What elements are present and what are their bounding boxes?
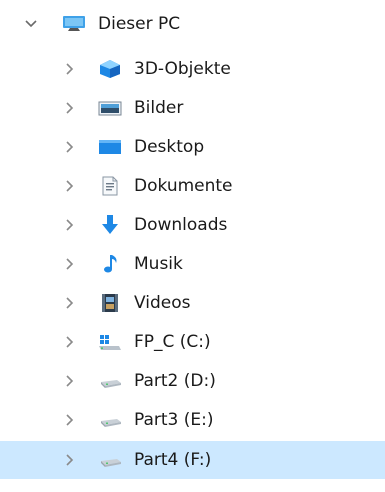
3d-objects-icon xyxy=(98,59,122,79)
tree-item-label: Musik xyxy=(134,254,183,274)
chevron-right-icon[interactable] xyxy=(62,413,76,427)
tree-item-label: Dieser PC xyxy=(98,14,181,34)
tree-item-label: Part3 (E:) xyxy=(134,410,214,430)
chevron-right-icon[interactable] xyxy=(62,179,76,193)
tree-item-label: 3D-Objekte xyxy=(134,59,231,79)
chevron-right-icon[interactable] xyxy=(62,257,76,271)
chevron-right-icon[interactable] xyxy=(62,374,76,388)
chevron-right-icon[interactable] xyxy=(62,140,76,154)
chevron-right-icon[interactable] xyxy=(62,62,76,76)
tree-item-drive-e[interactable]: Part3 (E:) xyxy=(0,401,385,439)
tree-item-label: Part2 (D:) xyxy=(134,371,216,391)
videos-icon xyxy=(98,293,122,313)
tree-item-label: Bilder xyxy=(134,98,184,118)
tree-item-label: FP_C (C:) xyxy=(134,332,211,352)
tree-item-label: Downloads xyxy=(134,215,228,235)
tree-item-drive-c[interactable]: FP_C (C:) xyxy=(0,323,385,361)
tree-item-label: Dokumente xyxy=(134,176,233,196)
chevron-down-icon[interactable] xyxy=(24,17,38,31)
tree-item-this-pc[interactable]: Dieser PC xyxy=(0,5,385,43)
chevron-right-icon[interactable] xyxy=(62,218,76,232)
tree-item-pictures[interactable]: Bilder xyxy=(0,89,385,127)
desktop-icon xyxy=(98,137,122,157)
tree-item-desktop[interactable]: Desktop xyxy=(0,128,385,166)
tree-item-3d-objects[interactable]: 3D-Objekte xyxy=(0,50,385,88)
chevron-right-icon[interactable] xyxy=(62,453,76,467)
system-drive-icon xyxy=(98,332,122,352)
drive-icon xyxy=(98,450,122,470)
chevron-right-icon[interactable] xyxy=(62,335,76,349)
music-icon xyxy=(98,254,122,274)
tree-item-videos[interactable]: Videos xyxy=(0,284,385,322)
tree-item-music[interactable]: Musik xyxy=(0,245,385,283)
tree-item-downloads[interactable]: Downloads xyxy=(0,206,385,244)
tree-item-label: Part4 (F:) xyxy=(134,450,212,470)
chevron-right-icon[interactable] xyxy=(62,101,76,115)
drive-icon xyxy=(98,410,122,430)
navigation-tree: Dieser PC 3D-Objekte Bilder Desktop Doku… xyxy=(0,0,385,492)
documents-icon xyxy=(98,176,122,196)
chevron-right-icon[interactable] xyxy=(62,296,76,310)
tree-item-drive-d[interactable]: Part2 (D:) xyxy=(0,362,385,400)
tree-item-documents[interactable]: Dokumente xyxy=(0,167,385,205)
drive-icon xyxy=(98,371,122,391)
tree-item-label: Videos xyxy=(134,293,191,313)
tree-item-label: Desktop xyxy=(134,137,205,157)
pictures-icon xyxy=(98,98,122,118)
this-pc-icon xyxy=(62,14,86,34)
tree-item-drive-f[interactable]: Part4 (F:) xyxy=(0,441,385,479)
downloads-icon xyxy=(98,215,122,235)
